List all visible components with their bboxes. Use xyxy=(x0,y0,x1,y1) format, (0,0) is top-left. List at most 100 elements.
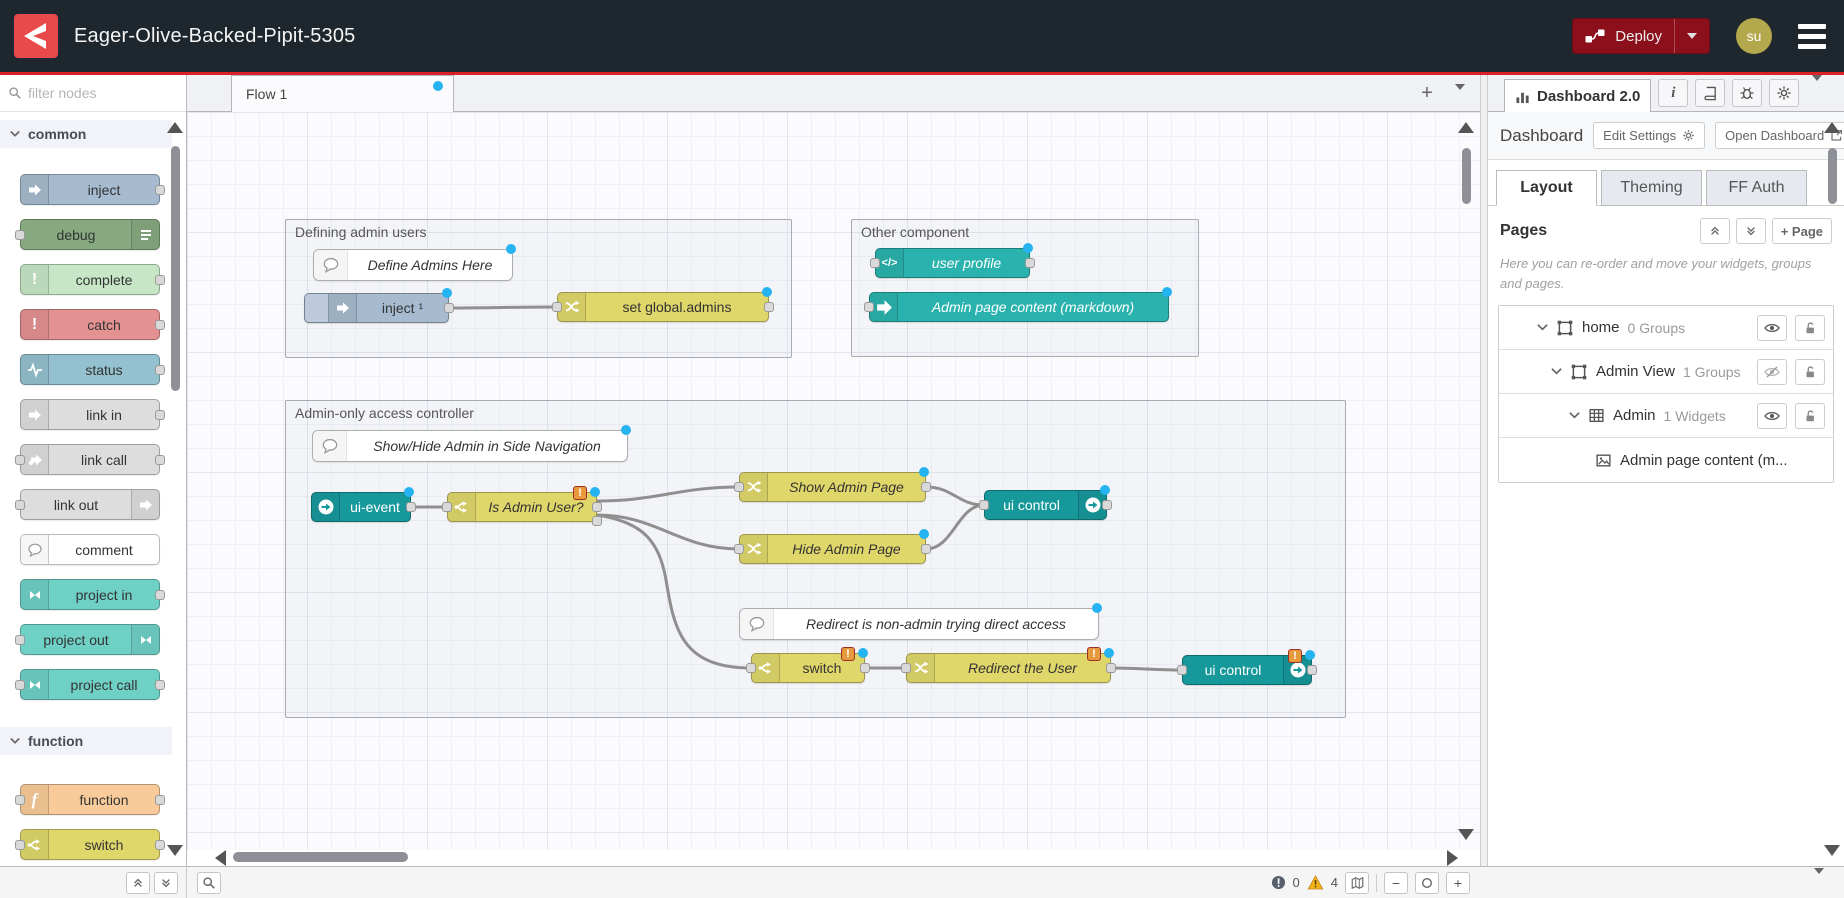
palette-node-catch[interactable]: ! catch xyxy=(20,309,160,340)
palette-node-inject[interactable]: inject xyxy=(20,174,160,205)
flow-tab[interactable]: Flow 1 xyxy=(231,75,454,112)
node-set-global-admins[interactable]: set global.admins xyxy=(557,292,769,322)
node-user-profile[interactable]: </> user profile xyxy=(875,248,1030,278)
output-port-1[interactable] xyxy=(592,502,602,512)
input-port[interactable] xyxy=(734,544,744,554)
node-is-admin-user[interactable]: Is Admin User? xyxy=(447,492,597,522)
expand-all-button[interactable] xyxy=(154,872,178,894)
zoom-out-button[interactable]: − xyxy=(1384,872,1408,894)
output-port[interactable] xyxy=(155,455,165,465)
zoom-reset-button[interactable] xyxy=(1415,872,1439,894)
toggle-minimap-button[interactable] xyxy=(1345,872,1369,894)
tab-layout[interactable]: Layout xyxy=(1496,170,1597,206)
error-count-icon[interactable] xyxy=(1271,875,1286,890)
tab-theming[interactable]: Theming xyxy=(1601,170,1702,206)
canvas-scroll-right-icon[interactable] xyxy=(1447,850,1458,866)
deploy-options-button[interactable] xyxy=(1675,33,1709,39)
sidebar-splitter[interactable] xyxy=(1480,75,1488,866)
output-port-2[interactable] xyxy=(592,516,602,526)
output-port[interactable] xyxy=(155,410,165,420)
output-port[interactable] xyxy=(921,482,931,492)
lock-button[interactable] xyxy=(1795,403,1825,429)
group-defining-admin-users[interactable]: Defining admin users xyxy=(285,219,792,358)
output-port[interactable] xyxy=(764,302,774,312)
palette-filter[interactable]: filter nodes xyxy=(0,75,186,112)
input-port[interactable] xyxy=(15,635,25,645)
comment-show-hide-admin[interactable]: Show/Hide Admin in Side Navigation xyxy=(312,430,628,462)
debug-button[interactable] xyxy=(1732,79,1762,107)
input-port[interactable] xyxy=(1177,665,1187,675)
output-port[interactable] xyxy=(444,303,454,313)
palette-node-link-out[interactable]: link out xyxy=(20,489,160,520)
group-other-component[interactable]: Other component xyxy=(851,219,1199,357)
palette-scroll-up-icon[interactable] xyxy=(167,122,183,133)
palette-scroll-down-icon[interactable] xyxy=(167,845,183,856)
help-docs-button[interactable] xyxy=(1695,79,1725,107)
canvas-vscrollbar[interactable] xyxy=(1462,148,1471,204)
input-port[interactable] xyxy=(979,500,989,510)
node-show-admin-page[interactable]: Show Admin Page xyxy=(739,472,926,502)
palette-category-common[interactable]: common xyxy=(0,120,172,148)
add-flow-button[interactable]: + xyxy=(1415,82,1439,105)
tree-row-admin-group[interactable]: Admin 1 Widgets xyxy=(1499,394,1833,438)
sidebar-scroll-up-icon[interactable] xyxy=(1824,122,1840,133)
zoom-in-button[interactable]: + xyxy=(1446,872,1470,894)
palette-node-project-call[interactable]: project call xyxy=(20,669,160,700)
output-port[interactable] xyxy=(1307,665,1317,675)
collapse-all-button[interactable] xyxy=(126,872,150,894)
palette-node-switch[interactable]: switch xyxy=(20,829,160,860)
node-switch[interactable]: switch xyxy=(751,653,865,683)
node-redirect-the-user[interactable]: Redirect the User xyxy=(906,653,1111,683)
input-port[interactable] xyxy=(864,302,874,312)
canvas-scroll-left-icon[interactable] xyxy=(215,850,226,866)
palette-scroll-area[interactable]: common inject debug ! complete xyxy=(0,112,186,866)
flow-canvas[interactable]: Defining admin users Other component Adm… xyxy=(187,112,1480,850)
canvas-scroll-up-icon[interactable] xyxy=(1458,122,1474,133)
tree-row-home[interactable]: home 0 Groups xyxy=(1499,306,1833,350)
output-port[interactable] xyxy=(155,840,165,850)
settings-button[interactable] xyxy=(1769,79,1799,107)
sidebar-tab-dashboard[interactable]: Dashboard 2.0 xyxy=(1504,79,1651,112)
warning-count-icon[interactable] xyxy=(1307,875,1324,890)
output-port[interactable] xyxy=(155,590,165,600)
sidebar-tab-menu-button[interactable] xyxy=(1812,81,1822,99)
palette-scrollbar[interactable] xyxy=(171,146,180,391)
inject-trigger-button[interactable] xyxy=(305,294,329,322)
input-port[interactable] xyxy=(746,663,756,673)
move-up-button[interactable] xyxy=(1700,218,1730,244)
deploy-button[interactable]: Deploy xyxy=(1572,18,1710,54)
main-menu-button[interactable] xyxy=(1794,20,1830,53)
output-port[interactable] xyxy=(155,795,165,805)
node-hide-admin-page[interactable]: Hide Admin Page xyxy=(739,534,926,564)
visibility-button[interactable] xyxy=(1757,359,1787,385)
palette-node-project-in[interactable]: project in xyxy=(20,579,160,610)
info-button[interactable]: i xyxy=(1658,79,1688,107)
tab-ff-auth[interactable]: FF Auth xyxy=(1706,170,1807,206)
add-page-button[interactable]: + Page xyxy=(1772,218,1832,244)
palette-node-function[interactable]: f function xyxy=(20,784,160,815)
input-port[interactable] xyxy=(734,482,744,492)
palette-category-function[interactable]: function xyxy=(0,727,172,755)
input-port[interactable] xyxy=(15,455,25,465)
input-port[interactable] xyxy=(552,302,562,312)
user-avatar[interactable]: su xyxy=(1736,18,1772,54)
input-port[interactable] xyxy=(15,680,25,690)
input-port[interactable] xyxy=(15,500,25,510)
canvas-scroll-down-icon[interactable] xyxy=(1458,829,1474,840)
move-down-button[interactable] xyxy=(1736,218,1766,244)
output-port[interactable] xyxy=(860,663,870,673)
output-port[interactable] xyxy=(155,185,165,195)
palette-node-project-out[interactable]: project out xyxy=(20,624,160,655)
output-port[interactable] xyxy=(406,502,416,512)
node-inject[interactable]: inject ¹ xyxy=(304,293,449,323)
tree-row-admin-view[interactable]: Admin View 1 Groups xyxy=(1499,350,1833,394)
lock-button[interactable] xyxy=(1795,315,1825,341)
node-ui-control-top[interactable]: ui control xyxy=(984,490,1107,520)
output-port[interactable] xyxy=(155,320,165,330)
node-ui-event[interactable]: ui-event xyxy=(311,492,411,522)
output-port[interactable] xyxy=(155,680,165,690)
output-port[interactable] xyxy=(1106,663,1116,673)
sidebar-footer-menu-button[interactable] xyxy=(1814,874,1824,892)
visibility-button[interactable] xyxy=(1757,403,1787,429)
output-port[interactable] xyxy=(1102,500,1112,510)
